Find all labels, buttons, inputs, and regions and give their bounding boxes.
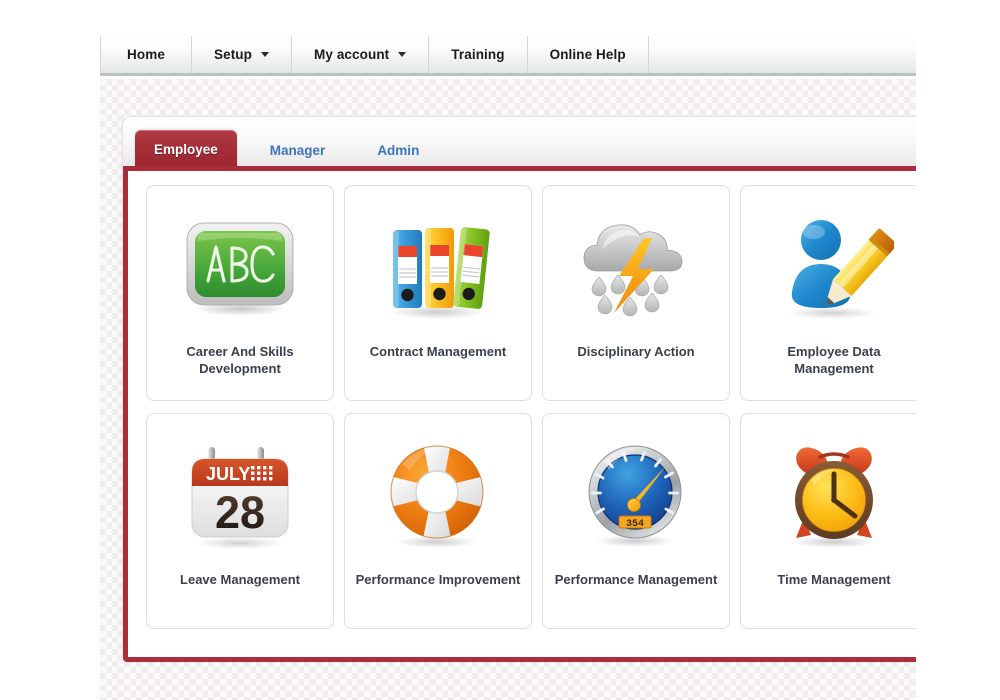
tile-label: Contract Management — [369, 344, 507, 359]
tile-career-and-skills-development[interactable]: Career And Skills Development — [146, 185, 334, 401]
nav-item-label: Training — [451, 47, 505, 62]
tile-label: Leave Management — [180, 572, 300, 587]
gauge-icon: 354 — [572, 432, 700, 560]
tab-manager[interactable]: Manager — [251, 132, 345, 168]
calendar-day-label: 28 — [215, 487, 265, 538]
tile-leave-management[interactable]: JULY 28 Leave Management — [146, 413, 334, 629]
nav-item-setup[interactable]: Setup — [192, 36, 293, 73]
tab-label: Admin — [377, 142, 420, 158]
tile-disciplinary-action[interactable]: Disciplinary Action — [542, 185, 730, 401]
tab-admin[interactable]: Admin — [358, 132, 438, 168]
person-pencil-icon — [770, 204, 898, 332]
tile-label: Performance Management — [554, 572, 718, 587]
module-tile-grid: Career And Skills Development Contract M… — [146, 185, 916, 629]
nav-item-label: My account — [314, 47, 390, 62]
nav-item-training[interactable]: Training — [429, 36, 528, 73]
nav-item-online-help[interactable]: Online Help — [528, 36, 649, 73]
binders-icon — [374, 204, 502, 332]
content-card: Employee Manager Admin Career And Skills… — [122, 116, 916, 662]
nav-item-home[interactable]: Home — [100, 36, 192, 73]
screenshot-viewport: Home Setup My account Training Online He… — [0, 0, 1000, 700]
tile-contract-management[interactable]: Contract Management — [344, 185, 532, 401]
calendar-icon: JULY 28 — [176, 432, 304, 560]
chalkboard-abc-icon — [176, 204, 304, 332]
tile-label: Time Management — [777, 572, 891, 587]
nav-item-label: Home — [127, 47, 165, 62]
top-navigation-bar: Home Setup My account Training Online He… — [100, 36, 916, 76]
tile-employee-data-management[interactable]: Employee Data Management — [740, 185, 916, 401]
tile-time-management[interactable]: Time Management — [740, 413, 916, 629]
gauge-readout-label: 354 — [626, 519, 644, 530]
tile-performance-management[interactable]: 354 Performance Management — [542, 413, 730, 629]
chevron-down-icon — [398, 52, 407, 57]
alarm-clock-icon — [770, 432, 898, 560]
tab-label: Employee — [154, 141, 218, 157]
tile-label: Career And Skills Development — [186, 344, 294, 376]
tile-label: Performance Improvement — [355, 572, 521, 587]
calendar-month-label: JULY — [206, 464, 250, 484]
tab-employee[interactable]: Employee — [135, 130, 237, 168]
tile-performance-improvement[interactable]: Performance Improvement — [344, 413, 532, 629]
tab-strip: Employee Manager Admin — [123, 117, 916, 168]
tab-label: Manager — [269, 142, 326, 158]
tile-label: Employee Data Management — [787, 344, 881, 376]
nav-item-my-account[interactable]: My account — [292, 36, 430, 73]
life-ring-icon — [374, 432, 502, 560]
module-grid-panel: Career And Skills Development Contract M… — [123, 166, 916, 662]
nav-item-label: Online Help — [549, 47, 626, 62]
page-column: Home Setup My account Training Online He… — [100, 0, 916, 700]
storm-cloud-lightning-icon — [572, 204, 700, 332]
chevron-down-icon — [261, 52, 270, 57]
nav-empty-slot — [649, 36, 916, 73]
tile-label: Disciplinary Action — [577, 344, 695, 359]
nav-item-label: Setup — [214, 47, 253, 62]
